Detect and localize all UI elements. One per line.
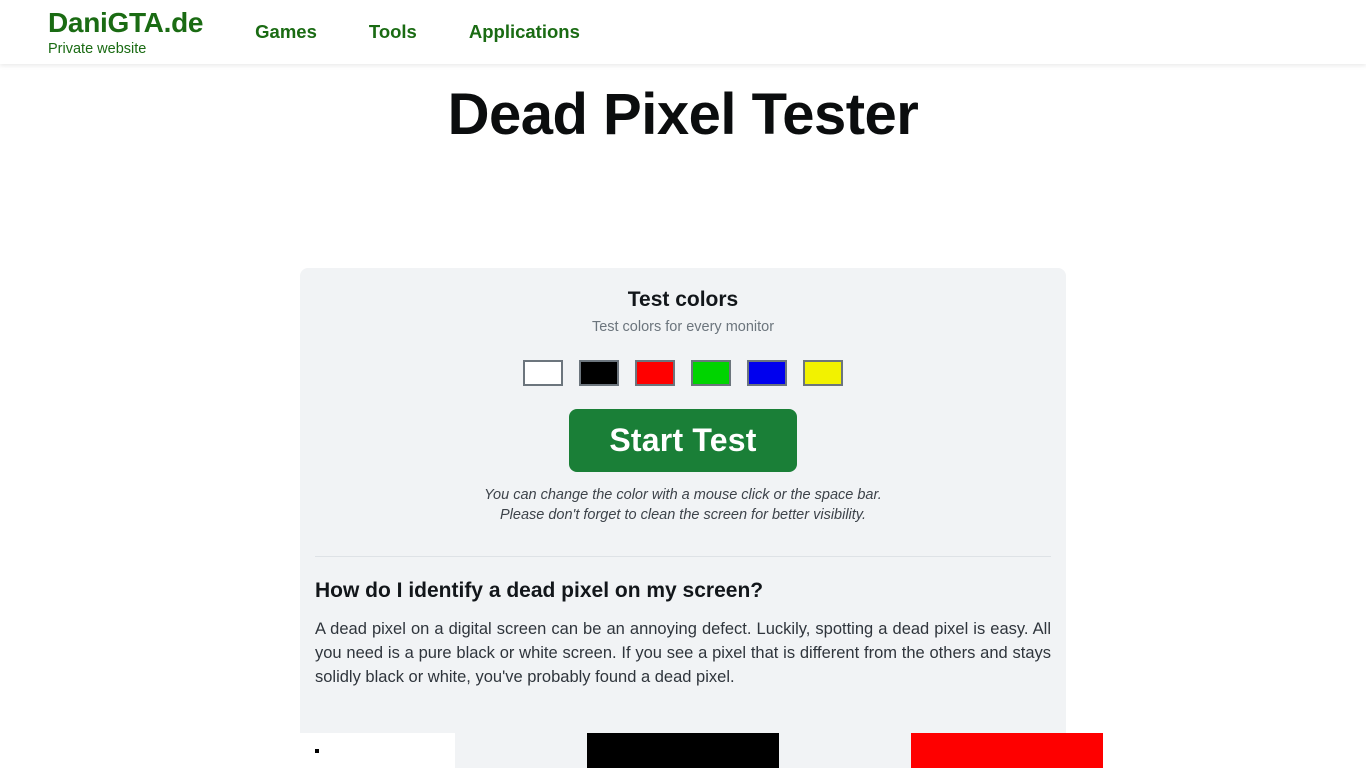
swatch-green[interactable] (691, 359, 731, 386)
swatch-red[interactable] (635, 359, 675, 386)
nav-item-applications[interactable]: Applications (469, 21, 580, 43)
start-test-button[interactable]: Start Test (569, 408, 797, 472)
article-body: A dead pixel on a digital screen can be … (315, 620, 1051, 687)
article-heading: How do I identify a dead pixel on my scr… (315, 578, 764, 602)
dead-pixel-dot (315, 749, 319, 754)
card-heading: Test colors (627, 288, 739, 311)
site-header: DaniGTA.de Private website Games Tools A… (0, 0, 1366, 64)
page-title: Dead Pixel Tester (447, 82, 919, 147)
start-button-wrap: Start Test (300, 408, 1066, 472)
hint-line-1: You can change the color with a mouse cl… (484, 486, 882, 503)
swatch-yellow[interactable] (803, 359, 843, 386)
example-image-white (263, 733, 455, 768)
example-image-black (587, 733, 779, 768)
example-image-red (911, 733, 1103, 768)
swatch-black[interactable] (579, 359, 619, 386)
test-colors-card: Test colors Test colors for every monito… (263, 268, 1103, 768)
nav-item-tools[interactable]: Tools (369, 21, 417, 43)
swatch-white[interactable] (523, 359, 563, 386)
example-red: One pixel dead (911, 733, 1103, 768)
page-content: Dead Pixel Tester Test colors Test color… (0, 64, 1366, 768)
nav-item-games[interactable]: Games (255, 21, 317, 43)
example-white: One pixel dead (263, 733, 455, 768)
swatch-blue[interactable] (747, 359, 787, 386)
site-logo[interactable]: DaniGTA.de Private website (48, 7, 203, 58)
card-subheading: Test colors for every monitor (591, 319, 775, 336)
example-black: A green pixel stays on (587, 733, 779, 768)
example-images: One pixel dead A green pixel stays on On… (263, 717, 1103, 768)
color-swatch-row (300, 359, 1066, 386)
hint-line-2: Please don't forget to clean the screen … (500, 507, 866, 524)
usage-hints: You can change the color with a mouse cl… (300, 485, 1066, 526)
article-section: How do I identify a dead pixel on my scr… (263, 557, 1103, 768)
brand-title: DaniGTA.de (48, 6, 204, 38)
main-navigation: Games Tools Applications (255, 0, 580, 64)
brand-subtitle: Private website (48, 40, 147, 57)
